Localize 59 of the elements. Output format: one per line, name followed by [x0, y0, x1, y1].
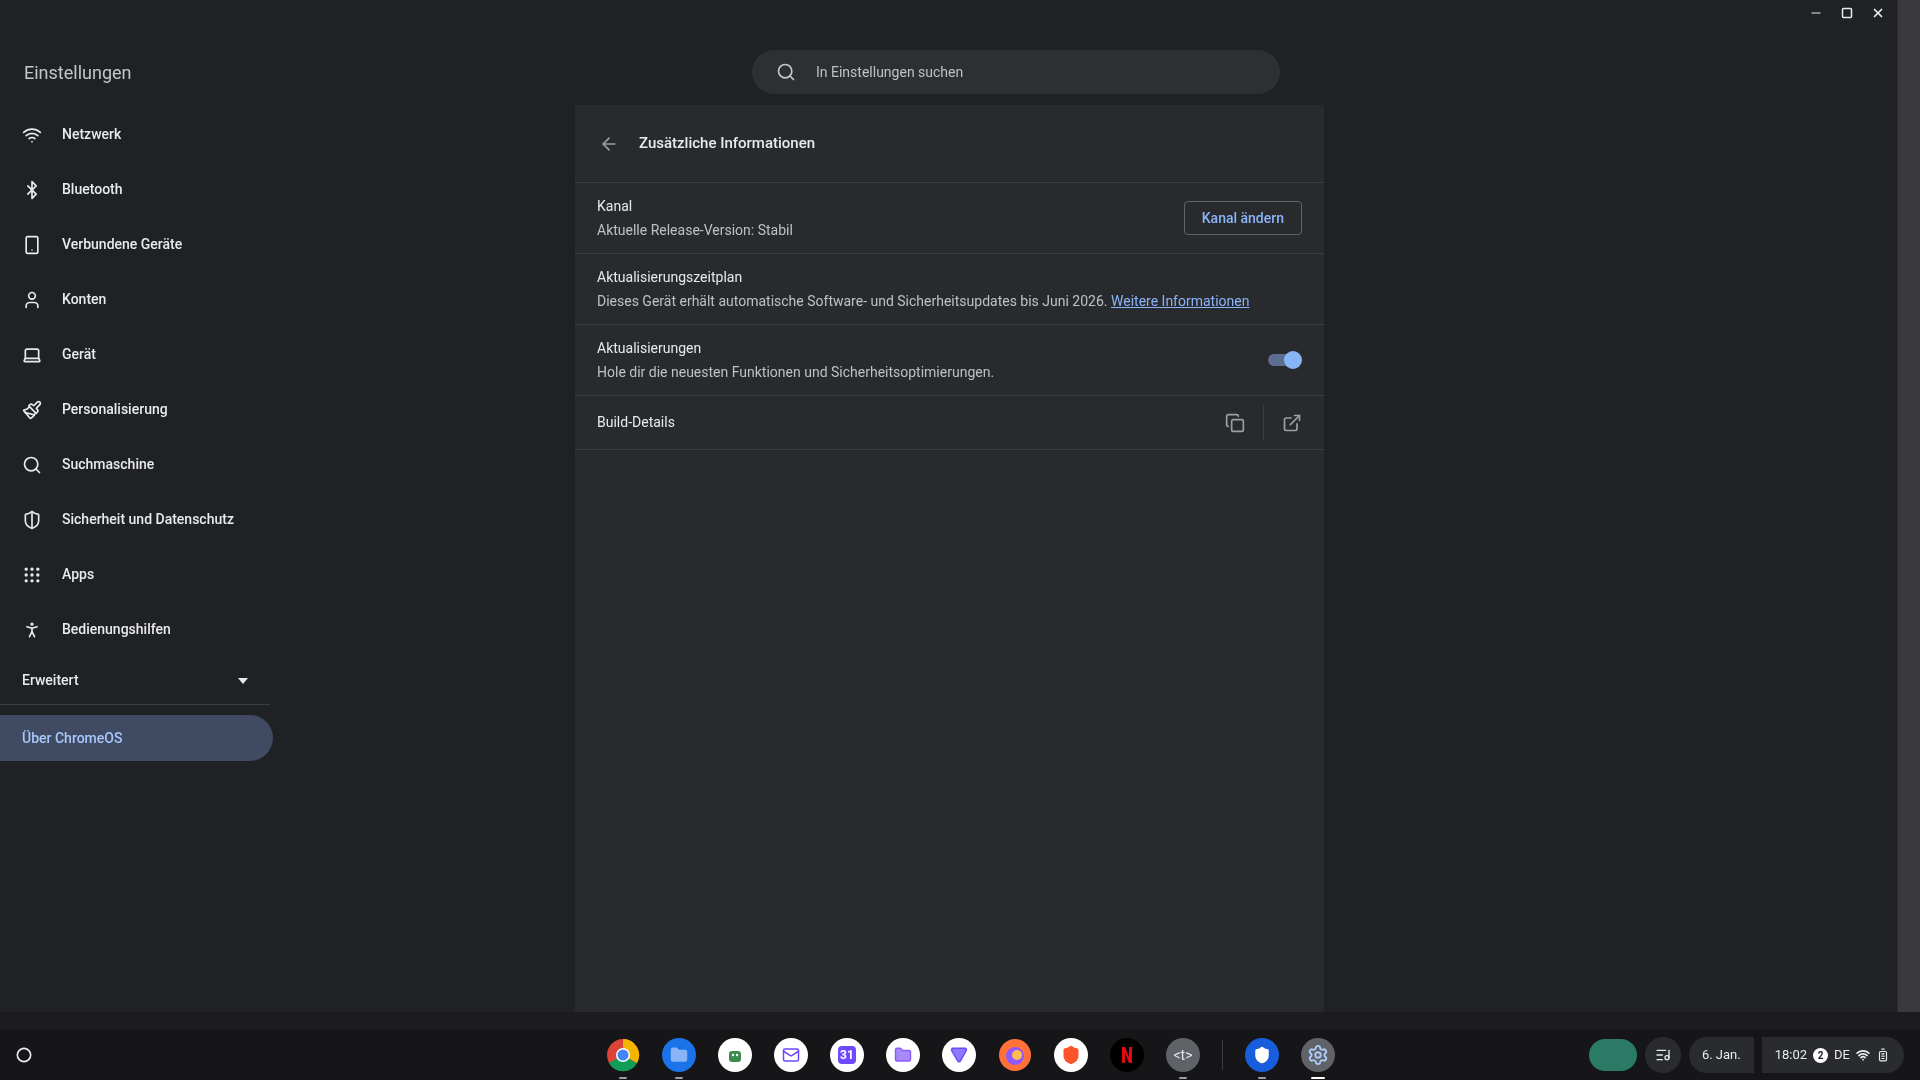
row-description: Dieses Gerät erhält automatische Software- und Sicherheitsupdates bis Juni 2026. Weitere Informationen	[597, 291, 1250, 311]
triangle-app-icon[interactable]	[942, 1038, 976, 1072]
page-title: Zusätzliche Informationen	[639, 133, 816, 155]
folder-app-icon[interactable]	[886, 1038, 920, 1072]
updates-toggle[interactable]	[1266, 351, 1302, 369]
sidebar-item[interactable]: Netzwerk	[0, 107, 273, 162]
search-icon	[776, 62, 796, 82]
copy-icon[interactable]	[1225, 412, 1245, 433]
mail-app-icon[interactable]	[774, 1038, 808, 1072]
person-icon	[22, 289, 42, 310]
sidebar-item[interactable]: Suchmaschine	[0, 437, 273, 492]
search-icon	[22, 454, 42, 475]
playlist-icon	[1654, 1047, 1671, 1063]
sidebar-item[interactable]: Bedienungshilfen	[0, 602, 273, 657]
search-bar[interactable]: In Einstellungen suchen	[752, 50, 1280, 94]
brush-icon	[22, 399, 42, 420]
shield-app-icon[interactable]	[1245, 1038, 1279, 1072]
window-title: Einstellungen	[24, 61, 133, 85]
date-button[interactable]: 6. Jan.	[1688, 1037, 1754, 1073]
calendar-app-icon[interactable]: 31	[830, 1038, 864, 1072]
status-tray[interactable]: 18:02 2 DE	[1761, 1037, 1904, 1073]
close-icon[interactable]	[1871, 6, 1885, 20]
row-title: Aktualisierungen	[597, 338, 703, 358]
sidebar-item[interactable]: Gerät	[0, 327, 273, 382]
settings-icon[interactable]	[1301, 1038, 1335, 1072]
battery-icon	[1876, 1048, 1890, 1062]
external-link-icon[interactable]	[1282, 412, 1302, 433]
row-title: Kanal	[597, 196, 634, 216]
clock-time: 18:02	[1774, 1046, 1808, 1065]
code-app-icon[interactable]: <t>	[1166, 1038, 1200, 1072]
browser-logo-icon[interactable]	[606, 1038, 640, 1072]
shield-icon	[22, 509, 42, 530]
launcher-icon[interactable]	[16, 1047, 32, 1063]
more-info-link[interactable]: Weitere Informationen	[1111, 292, 1250, 309]
sidebar-item[interactable]: Bluetooth	[0, 162, 273, 217]
change-channel-button[interactable]: Kanal ändern	[1183, 201, 1302, 235]
maximize-icon[interactable]	[1841, 7, 1853, 19]
media-controls-button[interactable]	[1644, 1037, 1681, 1073]
sidebar-item[interactable]: Verbundene Geräte	[0, 217, 273, 272]
files-app-icon[interactable]	[662, 1038, 696, 1072]
search-field[interactable]: In Einstellungen suchen	[816, 61, 1256, 83]
keyboard-layout: DE	[1834, 1046, 1850, 1065]
robot-app-icon[interactable]	[718, 1038, 752, 1072]
row-title: Aktualisierungszeitplan	[597, 267, 744, 287]
row-title: Build-Details	[597, 413, 675, 432]
row-description: Aktuelle Release-Version: Stabil	[597, 220, 793, 240]
phone-icon	[22, 234, 42, 255]
notification-count: 2	[1813, 1047, 1829, 1063]
row-description: Hole dir die neuesten Funktionen und Sicherheitsoptimierungen.	[597, 362, 995, 382]
sidebar-item[interactable]: Über ChromeOS	[0, 715, 273, 761]
advanced-toggle[interactable]: Erweitert	[0, 657, 270, 705]
sidebar-item[interactable]: Sicherheit und Datenschutz	[0, 492, 273, 547]
wifi-icon	[1856, 1048, 1870, 1062]
avatar-placeholder[interactable]	[1588, 1039, 1637, 1071]
sidebar-item[interactable]: Personalisierung	[0, 382, 273, 437]
caret-icon	[238, 677, 248, 684]
letter-logo-icon[interactable]	[1110, 1038, 1144, 1072]
sidebar-item[interactable]: Apps	[0, 547, 273, 602]
sidebar-item[interactable]: Konten	[0, 272, 273, 327]
